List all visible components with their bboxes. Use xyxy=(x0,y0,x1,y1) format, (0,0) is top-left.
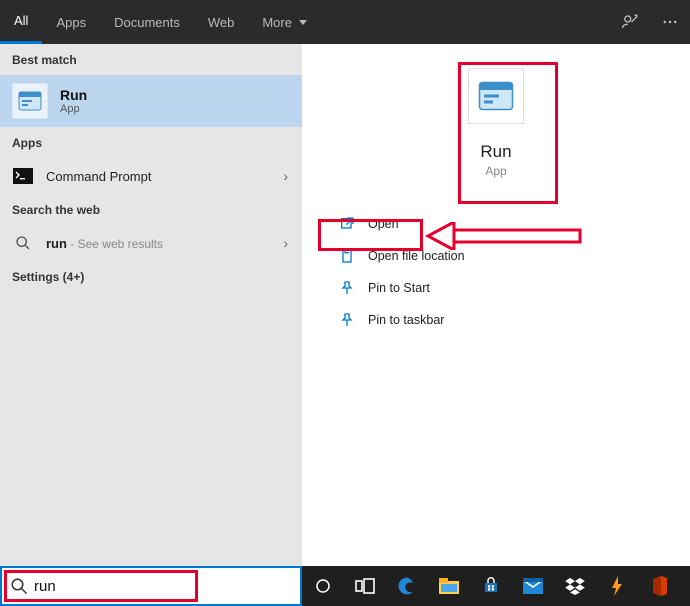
chevron-right-icon: › xyxy=(283,235,288,251)
action-open[interactable]: Open xyxy=(332,208,660,240)
tab-apps[interactable]: Apps xyxy=(42,0,100,44)
more-options-icon[interactable] xyxy=(650,0,690,44)
apps-header: Apps xyxy=(0,127,302,158)
taskbar-office[interactable] xyxy=(638,566,680,606)
web-header: Search the web xyxy=(0,194,302,225)
result-label: Command Prompt xyxy=(46,169,151,184)
tab-web[interactable]: Web xyxy=(194,0,249,44)
preview-panel: Run App Open Open file location xyxy=(302,44,690,566)
web-query: run xyxy=(46,236,67,251)
preview-subtitle: App xyxy=(485,164,506,178)
search-input[interactable] xyxy=(34,578,292,595)
taskbar-store[interactable] xyxy=(470,566,512,606)
taskbar xyxy=(0,566,690,606)
best-match-subtitle: App xyxy=(60,103,87,115)
best-match-run[interactable]: Run App xyxy=(0,75,302,127)
taskbar-explorer[interactable] xyxy=(428,566,470,606)
result-label: run - See web results xyxy=(46,236,163,251)
run-icon-large xyxy=(468,68,524,124)
action-pin-start[interactable]: Pin to Start xyxy=(332,272,660,304)
settings-header[interactable]: Settings (4+) xyxy=(0,261,302,292)
tab-more[interactable]: More xyxy=(248,0,321,44)
taskbar-taskview[interactable] xyxy=(344,566,386,606)
results-panel: Best match Run App Apps Command Prompt ›… xyxy=(0,44,302,566)
run-icon xyxy=(12,83,48,119)
action-label: Pin to taskbar xyxy=(368,313,444,327)
open-icon xyxy=(338,215,356,233)
result-web-run[interactable]: run - See web results › xyxy=(0,225,302,261)
action-label: Open file location xyxy=(368,249,465,263)
preview-title: Run xyxy=(480,142,511,162)
action-pin-taskbar[interactable]: Pin to taskbar xyxy=(332,304,660,336)
tab-all[interactable]: All xyxy=(0,0,42,44)
result-command-prompt[interactable]: Command Prompt › xyxy=(0,158,302,194)
action-open-file-location[interactable]: Open file location xyxy=(332,240,660,272)
action-label: Pin to Start xyxy=(368,281,430,295)
command-prompt-icon xyxy=(12,166,34,186)
best-match-header: Best match xyxy=(0,44,302,75)
tab-more-label: More xyxy=(262,15,292,30)
folder-location-icon xyxy=(338,247,356,265)
taskbar-mail[interactable] xyxy=(512,566,554,606)
feedback-icon[interactable] xyxy=(610,0,650,44)
web-suffix: - See web results xyxy=(67,237,163,251)
pin-taskbar-icon xyxy=(338,311,356,329)
best-match-texts: Run App xyxy=(60,87,87,115)
search-icon xyxy=(12,233,34,253)
action-label: Open xyxy=(368,217,399,231)
tab-documents[interactable]: Documents xyxy=(100,0,194,44)
taskbar-edge[interactable] xyxy=(386,566,428,606)
best-match-title: Run xyxy=(60,87,87,103)
taskbar-icons xyxy=(302,566,690,606)
search-tabs: All Apps Documents Web More xyxy=(0,0,690,44)
chevron-right-icon: › xyxy=(283,168,288,184)
taskbar-cortana[interactable] xyxy=(302,566,344,606)
taskbar-dropbox[interactable] xyxy=(554,566,596,606)
taskbar-winamp[interactable] xyxy=(596,566,638,606)
search-icon xyxy=(10,577,28,595)
preview-actions: Open Open file location Pin to Start xyxy=(302,208,690,336)
pin-start-icon xyxy=(338,279,356,297)
chevron-down-icon xyxy=(299,20,307,25)
search-box[interactable] xyxy=(0,566,302,606)
